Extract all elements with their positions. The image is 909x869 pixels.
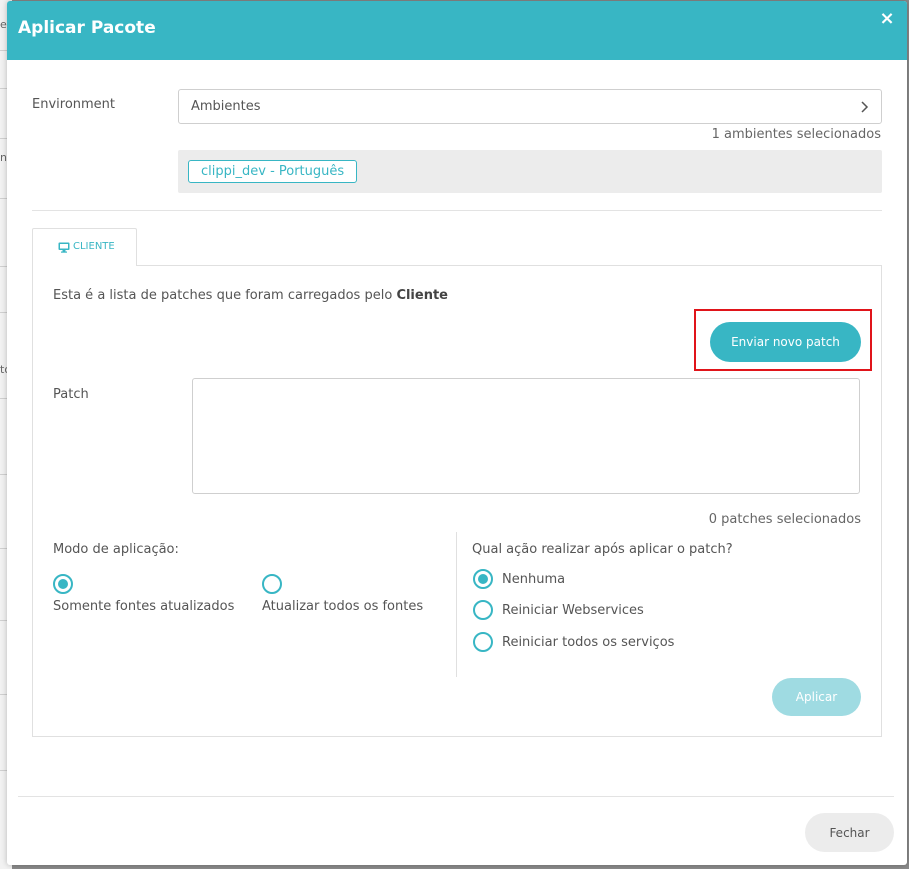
close-icon[interactable]: × <box>879 10 895 28</box>
panel-description: Esta é a lista de patches que foram carr… <box>53 288 448 303</box>
background-text: e <box>0 18 7 31</box>
patch-label: Patch <box>53 387 89 402</box>
cliente-panel: Esta é a lista de patches que foram carr… <box>32 265 882 737</box>
footer-divider <box>18 796 894 797</box>
section-divider <box>32 210 882 211</box>
monitor-icon <box>58 242 70 253</box>
vertical-divider <box>456 532 457 677</box>
modal-header: Aplicar Pacote × <box>7 1 907 60</box>
radio-label: Somente fontes atualizados <box>53 599 235 614</box>
environment-select[interactable]: Ambientes <box>178 89 882 124</box>
radio-action-none[interactable] <box>473 569 493 589</box>
chevron-right-icon <box>861 101 869 113</box>
tab-label: CLIENTE <box>73 241 115 252</box>
apply-package-modal: Aplicar Pacote × Environment Ambientes 1… <box>7 1 907 865</box>
radio-label: Reiniciar Webservices <box>502 603 644 618</box>
tab-cliente[interactable]: CLIENTE <box>32 228 137 266</box>
radio-update-all-sources[interactable] <box>262 574 282 594</box>
patch-count: 0 patches selecionados <box>708 512 861 527</box>
radio-restart-webservices[interactable] <box>473 600 493 620</box>
radio-label: Nenhuma <box>502 572 566 587</box>
radio-label: Reiniciar todos os serviços <box>502 635 675 650</box>
environment-tag-area: clippi_dev - Português <box>178 150 882 193</box>
radio-only-updated-sources[interactable] <box>53 574 73 594</box>
application-mode-label: Modo de aplicação: <box>53 542 179 557</box>
send-new-patch-button[interactable]: Enviar novo patch <box>710 322 861 362</box>
radio-restart-all-services[interactable] <box>473 632 493 652</box>
environment-count: 1 ambientes selecionados <box>711 127 881 142</box>
post-apply-action-label: Qual ação realizar após aplicar o patch? <box>472 542 733 557</box>
close-button[interactable]: Fechar <box>805 813 894 852</box>
patch-list[interactable] <box>192 378 860 494</box>
apply-button[interactable]: Aplicar <box>772 678 861 716</box>
modal-title: Aplicar Pacote <box>18 18 156 38</box>
environment-label: Environment <box>32 97 116 112</box>
environment-select-value: Ambientes <box>191 99 261 114</box>
environment-tag[interactable]: clippi_dev - Português <box>188 160 358 183</box>
radio-label: Atualizar todos os fontes <box>262 599 424 614</box>
panel-description-bold: Cliente <box>396 288 448 303</box>
panel-description-text: Esta é a lista de patches que foram carr… <box>53 288 393 303</box>
